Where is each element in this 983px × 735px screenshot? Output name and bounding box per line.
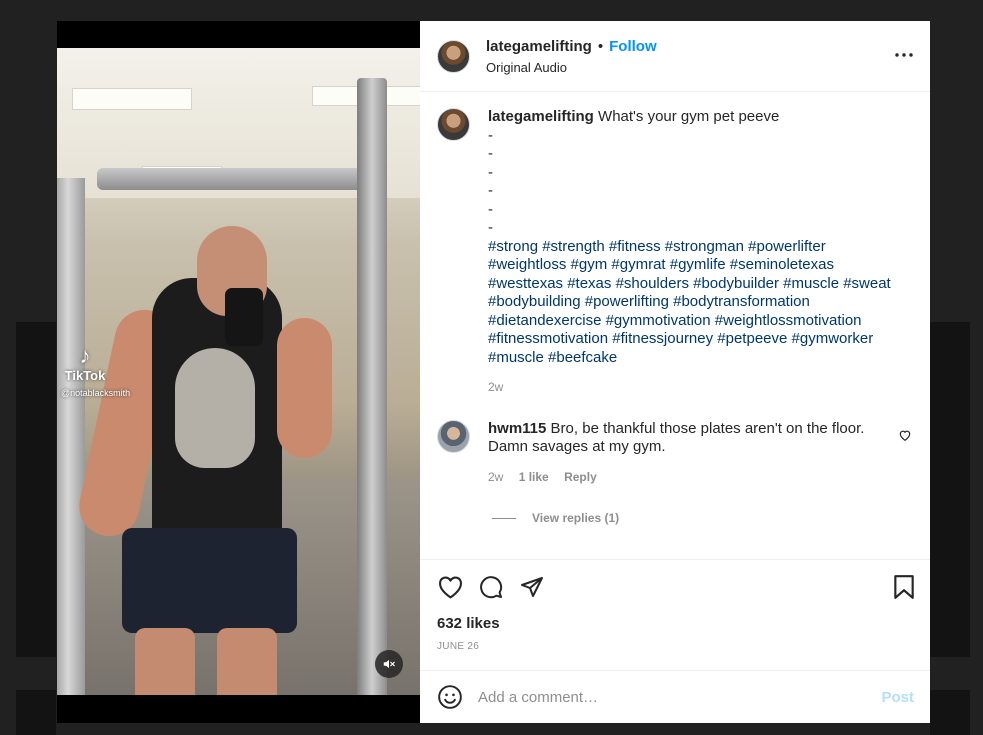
- squat-rack-post: [57, 178, 85, 695]
- person-shorts: [122, 528, 297, 633]
- emoji-icon[interactable]: [437, 684, 463, 710]
- person-arm: [277, 318, 332, 458]
- post-modal: ♪ TikTok @notablacksmith lategamelifting…: [57, 21, 930, 723]
- squat-rack-post: [357, 78, 387, 695]
- caption-dash: -: [488, 219, 493, 236]
- comment-icon: [480, 576, 503, 599]
- tiktok-logo-icon: ♪: [79, 343, 91, 368]
- separator-dot: •: [597, 37, 604, 55]
- post-header: lategamelifting • Follow Original Audio: [420, 21, 930, 92]
- replies-divider: [492, 517, 516, 519]
- view-replies-button[interactable]: View replies (1): [492, 511, 914, 525]
- caption-dash: -: [488, 163, 493, 181]
- caption-dash: -: [488, 182, 493, 199]
- phone: [225, 288, 263, 346]
- squat-rack: [97, 168, 377, 190]
- muted-speaker-icon: [383, 659, 395, 669]
- audio-label[interactable]: Original Audio: [486, 60, 657, 75]
- video-frame[interactable]: [57, 48, 420, 695]
- comment-like-count[interactable]: 1 like: [519, 470, 549, 484]
- comment-like-heart-icon[interactable]: [898, 428, 912, 442]
- caption-text: What's your gym pet peeve: [598, 108, 780, 125]
- heart-icon: [438, 576, 462, 598]
- caption-dash: -: [488, 126, 493, 144]
- caption-dash: -: [488, 200, 493, 218]
- post-media[interactable]: ♪ TikTok @notablacksmith: [57, 21, 420, 723]
- like-button[interactable]: [437, 574, 463, 600]
- comment-composer: Post: [420, 670, 930, 723]
- caption-timestamp[interactable]: 2w: [488, 380, 503, 394]
- follow-button[interactable]: Follow: [609, 38, 657, 55]
- share-icon: [521, 577, 543, 597]
- author-username[interactable]: lategamelifting: [486, 38, 592, 55]
- comment-button[interactable]: [478, 574, 504, 600]
- comment-reply-button[interactable]: Reply: [564, 470, 597, 484]
- like-count[interactable]: 632 likes: [437, 615, 916, 632]
- comment-username[interactable]: hwm115: [488, 420, 546, 437]
- tiktok-watermark: ♪ TikTok: [61, 343, 109, 384]
- share-button[interactable]: [519, 574, 545, 600]
- post-panel: lategamelifting • Follow Original Audio la…: [420, 21, 930, 723]
- more-options-icon: [895, 53, 913, 57]
- comment-meta: 2w 1 like Reply: [488, 468, 888, 487]
- post-comment-button[interactable]: Post: [881, 689, 914, 706]
- comment-item: hwm115 Bro, be thankful those plates are…: [437, 419, 914, 487]
- commenter-avatar[interactable]: [437, 419, 470, 453]
- view-replies-label: View replies (1): [532, 511, 620, 525]
- comment-timestamp[interactable]: 2w: [488, 470, 503, 484]
- comment-input[interactable]: [478, 688, 882, 706]
- post-actions: 632 likes JUNE 26: [420, 559, 930, 670]
- caption-hashtags[interactable]: #strong #strength #fitness #strongman #p…: [488, 238, 891, 366]
- caption-meta: 2w: [488, 378, 898, 397]
- author-avatar[interactable]: [437, 39, 470, 73]
- author-avatar[interactable]: [437, 108, 470, 141]
- shirt-graphic: [175, 348, 255, 468]
- bookmark-icon[interactable]: [892, 574, 916, 600]
- caption: lategamelifting What's your gym pet peev…: [437, 108, 914, 397]
- caption-dash: -: [488, 145, 493, 162]
- person-leg: [217, 628, 277, 695]
- tiktok-watermark-user: @notablacksmith: [61, 388, 131, 398]
- tiktok-watermark-text: TikTok: [64, 368, 106, 383]
- mute-button[interactable]: [375, 650, 403, 678]
- comments-section[interactable]: lategamelifting What's your gym pet peev…: [420, 92, 930, 559]
- caption-username[interactable]: lategamelifting: [488, 108, 594, 125]
- post-date[interactable]: JUNE 26: [437, 641, 916, 652]
- person-leg: [135, 628, 195, 695]
- more-options-button[interactable]: [894, 45, 914, 65]
